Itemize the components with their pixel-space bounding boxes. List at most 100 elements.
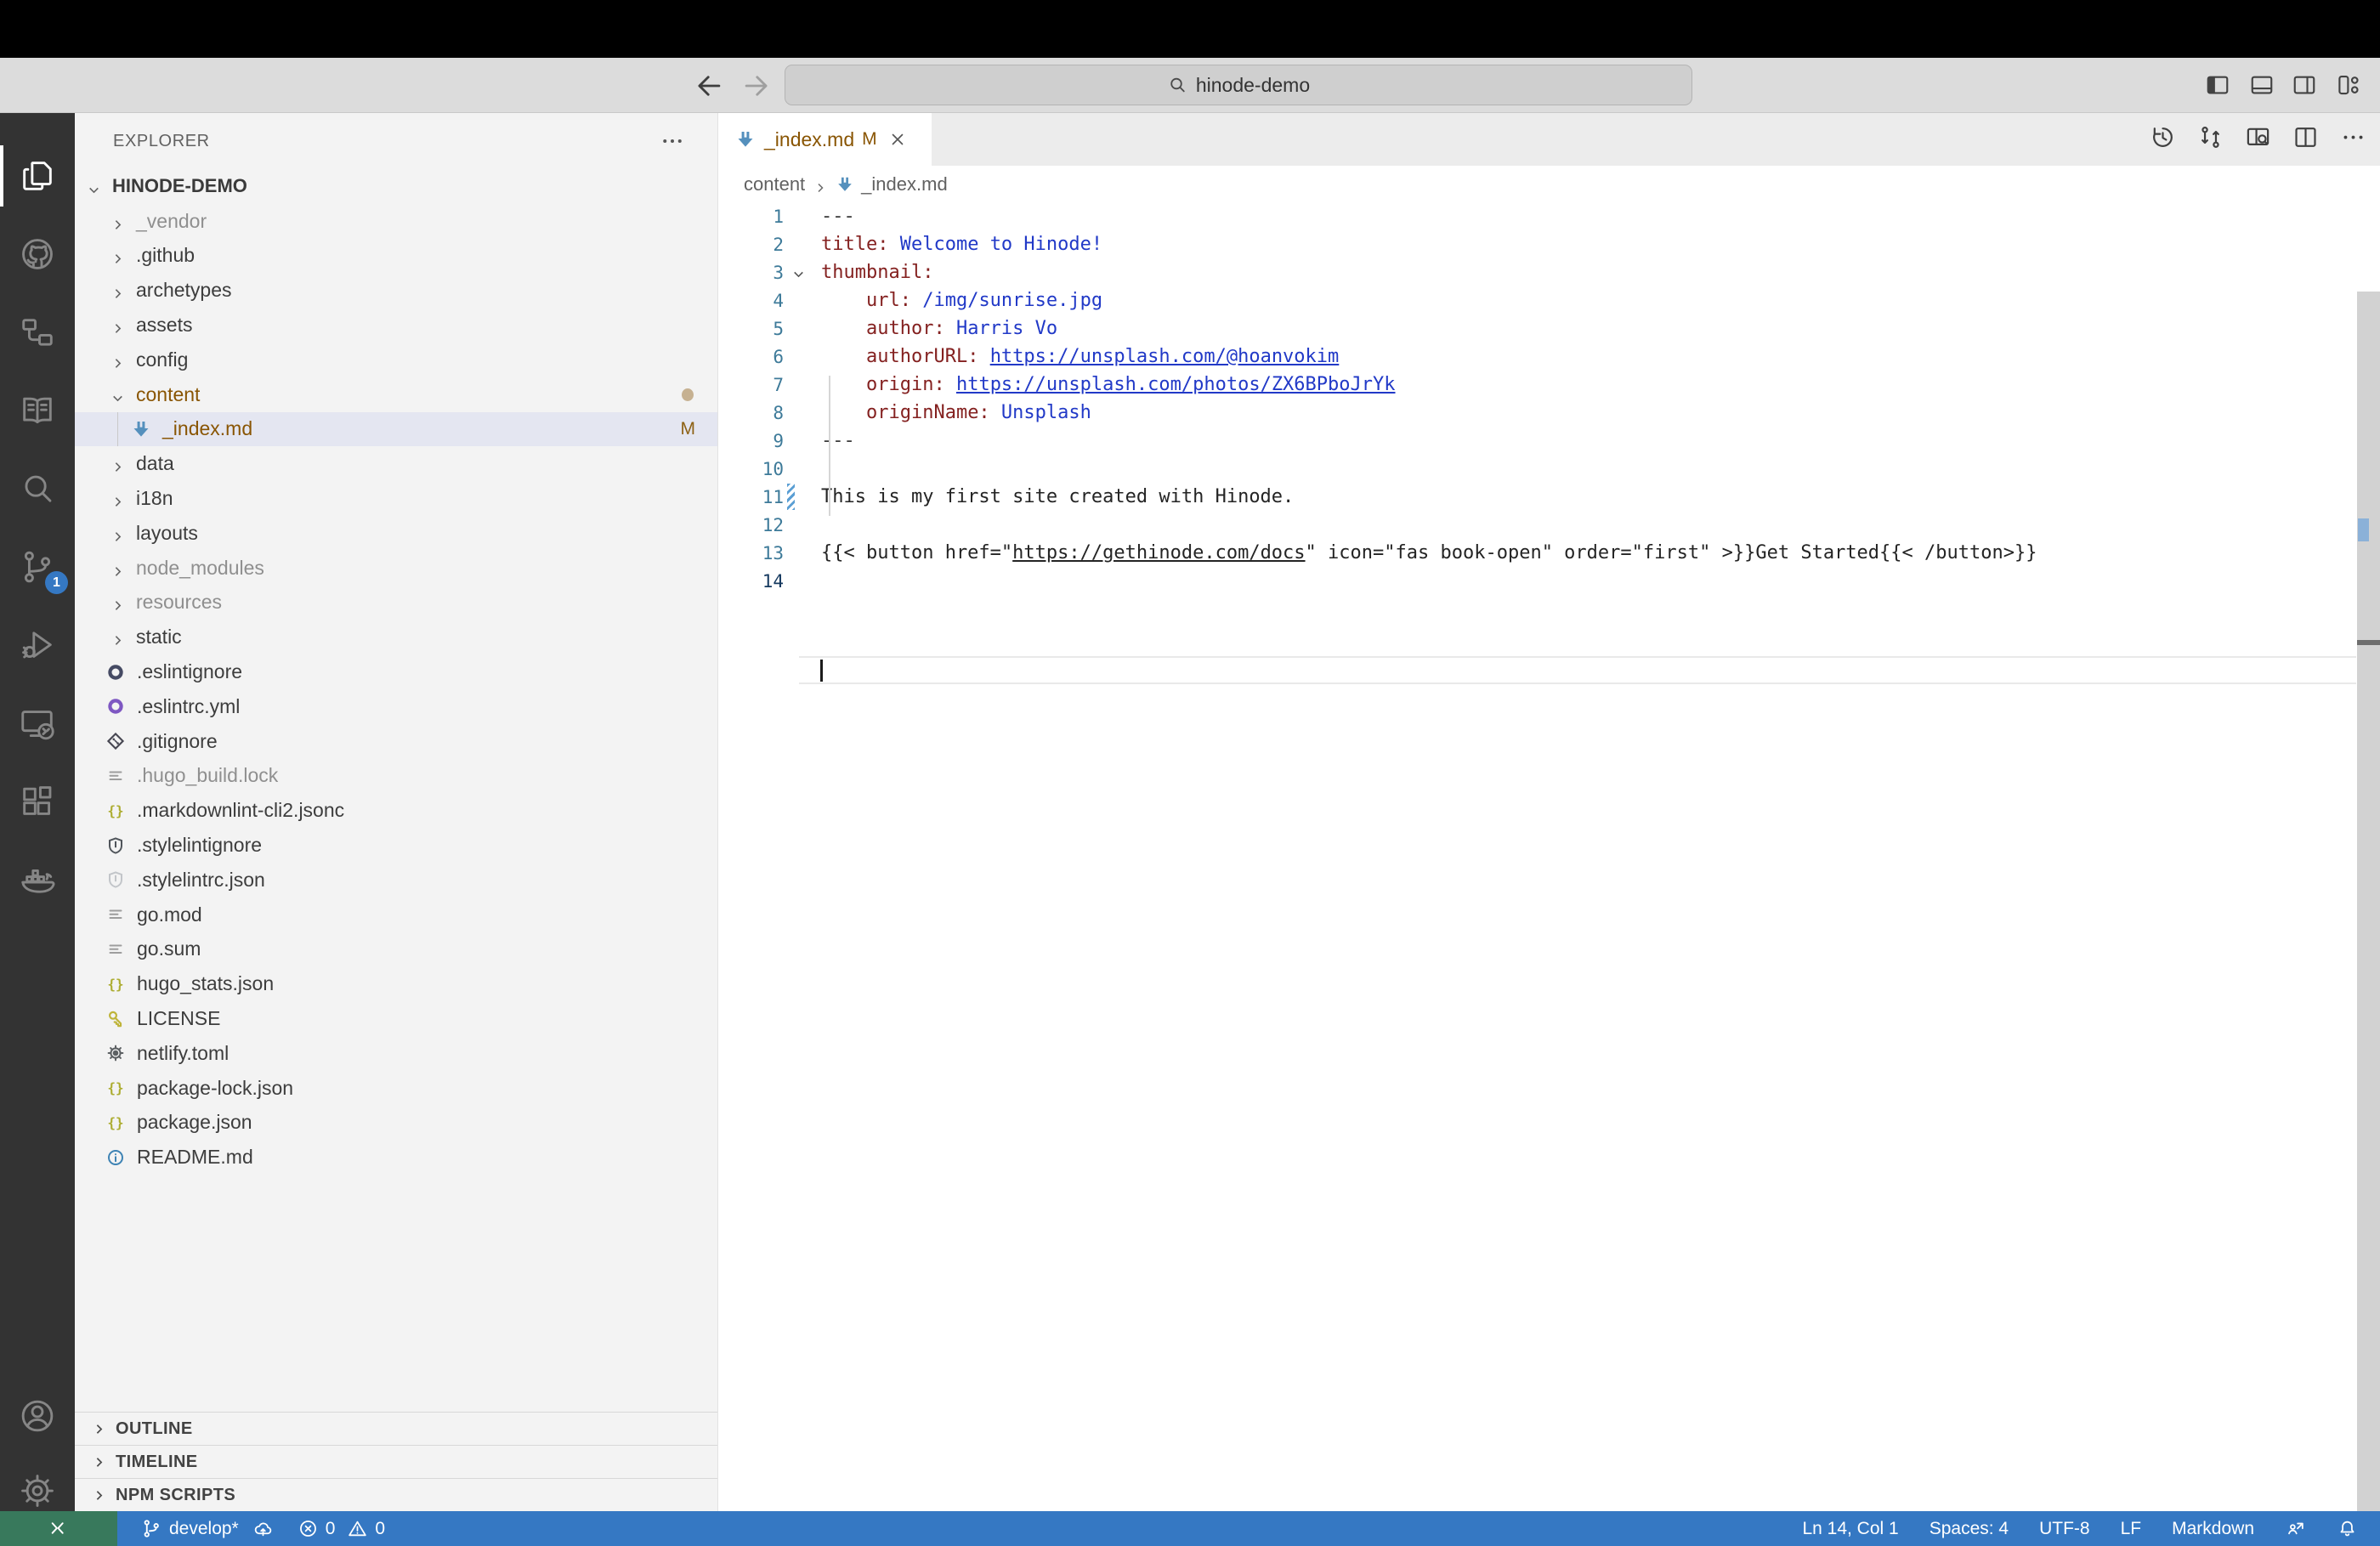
- activity-project-structure[interactable]: [0, 293, 75, 371]
- remote-indicator[interactable]: [0, 1511, 117, 1546]
- tree-root-hinode-demo[interactable]: HINODE-DEMO: [75, 169, 717, 204]
- tree-item--stylelintrc-json[interactable]: .stylelintrc.json: [75, 863, 717, 898]
- editor-scrollbar[interactable]: [2357, 292, 2380, 1511]
- breadcrumb-file[interactable]: _index.md: [861, 173, 948, 195]
- problems-status[interactable]: 0 0: [298, 1518, 385, 1539]
- activity-run-debug[interactable]: [0, 606, 75, 684]
- modified-dot-badge: [682, 388, 694, 401]
- code-line-1[interactable]: 1---: [718, 202, 2380, 230]
- activity-bar: 1: [0, 113, 75, 1511]
- tree-item-hugo-stats-json[interactable]: {}hugo_stats.json: [75, 966, 717, 1001]
- indentation[interactable]: Spaces: 4: [1930, 1519, 2009, 1539]
- history-icon[interactable]: [2150, 124, 2176, 155]
- close-icon[interactable]: [888, 130, 907, 149]
- tree-item-package-json[interactable]: {}package.json: [75, 1106, 717, 1141]
- activity-accounts[interactable]: [0, 1377, 75, 1455]
- tree-item--github[interactable]: .github: [75, 239, 717, 274]
- tree-item--vendor[interactable]: _vendor: [75, 204, 717, 239]
- activity-explorer[interactable]: [0, 137, 75, 215]
- tree-item--gitignore[interactable]: .gitignore: [75, 724, 717, 759]
- layout-panel-icon[interactable]: [2249, 72, 2275, 98]
- code-line-4[interactable]: 4 url: /img/sunrise.jpg: [718, 286, 2380, 314]
- cursor-position[interactable]: Ln 14, Col 1: [1802, 1519, 1898, 1539]
- tree-item-resources[interactable]: resources: [75, 586, 717, 620]
- tree-item-label: LICENSE: [137, 1007, 220, 1030]
- open-changes-icon[interactable]: [2197, 124, 2224, 155]
- tree-item-license[interactable]: LICENSE: [75, 1001, 717, 1036]
- feedback-icon[interactable]: [2285, 1518, 2306, 1539]
- current-line-highlight: [799, 656, 2356, 684]
- code-area[interactable]: 1---2title: Welcome to Hinode!3thumbnail…: [718, 202, 2380, 1511]
- tree-item-content[interactable]: content: [75, 377, 717, 412]
- code-line-8[interactable]: 8 originName: Unsplash: [718, 399, 2380, 427]
- tree-item-label: hugo_stats.json: [137, 972, 274, 995]
- branch-status[interactable]: develop*: [141, 1518, 274, 1539]
- command-center-search[interactable]: hinode-demo: [785, 65, 1692, 105]
- chevron-right-icon: [813, 178, 827, 191]
- fold-chevron-icon[interactable]: [791, 265, 806, 280]
- code-line-3[interactable]: 3thumbnail:: [718, 258, 2380, 286]
- more-actions-icon[interactable]: [2340, 124, 2366, 155]
- tree-item-i18n[interactable]: i18n: [75, 481, 717, 516]
- language-mode[interactable]: Markdown: [2172, 1519, 2254, 1539]
- tab-index-md[interactable]: _index.md M: [718, 113, 932, 166]
- layout-sidebar-right-icon[interactable]: [2292, 72, 2317, 98]
- tree-item-node-modules[interactable]: node_modules: [75, 551, 717, 586]
- warning-count: 0: [375, 1519, 385, 1539]
- activity-github[interactable]: [0, 215, 75, 293]
- tree-item-static[interactable]: static: [75, 620, 717, 654]
- tree-item--hugo-build-lock[interactable]: .hugo_build.lock: [75, 759, 717, 794]
- breadcrumb-folder[interactable]: content: [744, 173, 805, 195]
- code-line-14[interactable]: 14: [718, 567, 2380, 595]
- code-line-12[interactable]: 12: [718, 511, 2380, 539]
- activity-search[interactable]: [0, 450, 75, 528]
- tree-item--stylelintignore[interactable]: .stylelintignore: [75, 828, 717, 863]
- code-line-13[interactable]: 13{{< button href="https://gethinode.com…: [718, 539, 2380, 567]
- section-npm-scripts[interactable]: NPM SCRIPTS: [75, 1478, 717, 1511]
- open-preview-icon[interactable]: [2245, 124, 2271, 155]
- editor-actions: [2150, 113, 2366, 166]
- tree-item-archetypes[interactable]: archetypes: [75, 273, 717, 308]
- back-arrow-icon[interactable]: [693, 70, 725, 102]
- section-timeline[interactable]: TIMELINE: [75, 1445, 717, 1478]
- code-line-6[interactable]: 6 authorURL: https://unsplash.com/@hoanv…: [718, 343, 2380, 371]
- tree-item-layouts[interactable]: layouts: [75, 516, 717, 551]
- tree-item-config[interactable]: config: [75, 343, 717, 377]
- activity-extensions[interactable]: [0, 762, 75, 841]
- tree-item-go-sum[interactable]: go.sum: [75, 932, 717, 967]
- chevron-right-icon: [110, 561, 125, 575]
- tree-item--eslintrc-yml[interactable]: .eslintrc.yml: [75, 689, 717, 724]
- split-editor-icon[interactable]: [2292, 124, 2319, 155]
- forward-arrow-icon[interactable]: [740, 70, 773, 102]
- code-line-5[interactable]: 5 author: Harris Vo: [718, 314, 2380, 343]
- overview-modified-marker: [2358, 518, 2369, 541]
- code-line-10[interactable]: 10: [718, 455, 2380, 483]
- tree-item--index-md[interactable]: _index.mdM: [75, 412, 717, 447]
- code-line-9[interactable]: 9---: [718, 427, 2380, 455]
- eol[interactable]: LF: [2121, 1519, 2142, 1539]
- layout-customize-icon[interactable]: [2336, 72, 2361, 98]
- lines-icon: [105, 904, 126, 925]
- encoding[interactable]: UTF-8: [2039, 1519, 2090, 1539]
- tree-item-netlify-toml[interactable]: netlify.toml: [75, 1036, 717, 1071]
- code-line-2[interactable]: 2title: Welcome to Hinode!: [718, 230, 2380, 258]
- bell-icon[interactable]: [2337, 1518, 2358, 1539]
- activity-source-control[interactable]: 1: [0, 528, 75, 606]
- tree-item-data[interactable]: data: [75, 446, 717, 481]
- section-outline[interactable]: OUTLINE: [75, 1412, 717, 1445]
- activity-docs[interactable]: [0, 371, 75, 450]
- activity-docker[interactable]: [0, 841, 75, 919]
- git-icon: [105, 731, 126, 751]
- activity-remote-explorer[interactable]: [0, 684, 75, 762]
- code-line-11[interactable]: 11This is my first site created with Hin…: [718, 483, 2380, 511]
- code-line-7[interactable]: 7 origin: https://unsplash.com/photos/ZX…: [718, 371, 2380, 399]
- tree-item-label: data: [136, 452, 174, 475]
- tree-item-readme-md[interactable]: README.md: [75, 1140, 717, 1175]
- tree-item--eslintignore[interactable]: .eslintignore: [75, 654, 717, 689]
- ellipsis-icon[interactable]: [660, 128, 685, 154]
- tree-item-go-mod[interactable]: go.mod: [75, 898, 717, 932]
- tree-item-package-lock-json[interactable]: {}package-lock.json: [75, 1071, 717, 1106]
- layout-sidebar-left-icon[interactable]: [2205, 72, 2230, 98]
- tree-item-assets[interactable]: assets: [75, 308, 717, 343]
- tree-item--markdownlint-cli2-jsonc[interactable]: {}.markdownlint-cli2.jsonc: [75, 793, 717, 828]
